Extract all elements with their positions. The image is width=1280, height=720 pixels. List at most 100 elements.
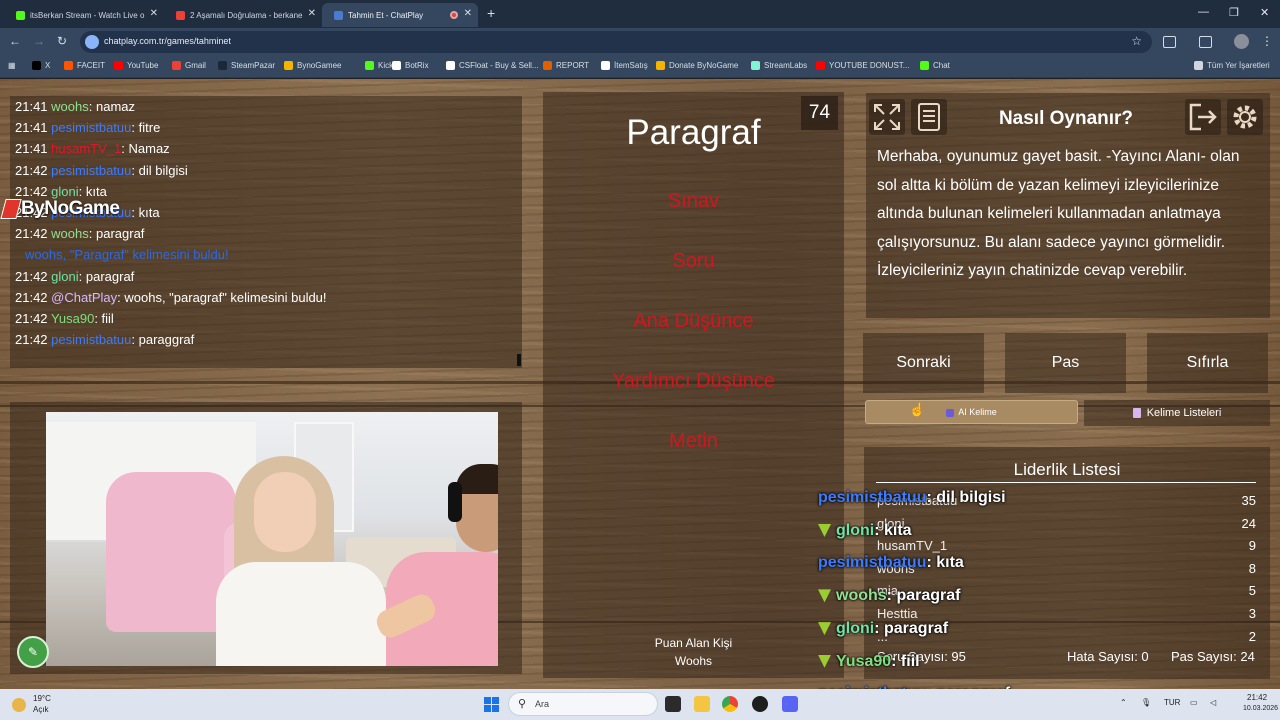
fullscreen-icon[interactable] bbox=[869, 99, 905, 135]
discord-icon[interactable] bbox=[782, 696, 798, 712]
bookmark-item[interactable]: CSFloat - Buy & Sell... bbox=[446, 61, 539, 70]
chat-message: woohs, "Paragraf" kelimesini buldu! bbox=[25, 247, 229, 262]
robot-icon bbox=[946, 408, 955, 417]
new-tab-button[interactable]: + bbox=[487, 5, 495, 21]
exit-icon[interactable] bbox=[1185, 99, 1221, 135]
tab-kick-stream[interactable]: itsBerkan Stream - Watch Live o ✕ bbox=[4, 3, 164, 27]
chat-text: woohs, "paragraf" kelimesini buldu! bbox=[124, 289, 327, 305]
chrome-icon[interactable] bbox=[722, 696, 738, 712]
bookmark-favicon bbox=[114, 61, 123, 70]
bookmark-item[interactable]: YOUTUBE DONUST... bbox=[816, 61, 909, 70]
bookmark-item[interactable]: REPORT bbox=[543, 61, 589, 70]
edit-icon[interactable]: ✎ bbox=[17, 636, 49, 668]
overlay-chat-text: : paragraf bbox=[886, 587, 961, 605]
taskbar-search[interactable]: ⚲ Ara bbox=[508, 692, 658, 716]
extensions-icon[interactable] bbox=[1163, 36, 1176, 48]
bookmark-item[interactable]: X bbox=[32, 61, 50, 70]
tab-title: 2 Aşamalı Doğrulama - berkane bbox=[190, 10, 303, 20]
close-icon[interactable]: ✕ bbox=[464, 8, 472, 19]
tab-chatplay[interactable]: Tahmin Et - ChatPlay ✕ bbox=[322, 3, 478, 27]
bookmark-item[interactable]: FACEIT bbox=[64, 61, 105, 70]
tab-gmail[interactable]: 2 Aşamalı Doğrulama - berkane ✕ bbox=[164, 3, 322, 27]
chat-time: 21:42 bbox=[15, 183, 48, 199]
bookmark-star-icon[interactable]: ☆ bbox=[1131, 34, 1142, 48]
chat-separator: : bbox=[78, 268, 86, 284]
bookmark-item[interactable]: YouTube bbox=[114, 61, 158, 70]
overlay-chat-message: gloni: kıta bbox=[818, 522, 912, 540]
bookmark-item[interactable]: Chat bbox=[920, 61, 950, 70]
chat-time: 21:42 bbox=[15, 289, 48, 305]
bookmark-item[interactable]: BotRix bbox=[392, 61, 429, 70]
chat-scrollbar[interactable] bbox=[517, 354, 521, 366]
chatplay-icon bbox=[334, 10, 343, 20]
overlay-chat-message: pesimistbatuu: kıta bbox=[818, 554, 964, 572]
help-text: Merhaba, oyunumuz gayet basit. -Yayıncı … bbox=[877, 148, 1240, 280]
weather-temp: 19°C bbox=[33, 694, 51, 703]
address-bar[interactable]: chatplay.com.tr/games/tahminet ☆ bbox=[80, 31, 1152, 53]
restore-icon[interactable]: ❐ bbox=[1229, 6, 1239, 19]
file-explorer-icon[interactable] bbox=[694, 696, 710, 712]
volume-icon[interactable]: ◁ bbox=[1210, 698, 1216, 707]
chat-text: kıta bbox=[138, 205, 160, 220]
site-info-icon[interactable] bbox=[85, 35, 99, 49]
bookmark-label: FACEIT bbox=[77, 61, 106, 70]
microphone-icon[interactable]: 🎙 bbox=[1141, 698, 1151, 707]
bookmark-favicon bbox=[218, 61, 227, 70]
network-icon[interactable]: ▭ bbox=[1190, 698, 1198, 707]
bookmark-item[interactable]: BynoGamee bbox=[284, 61, 341, 70]
gear-icon[interactable] bbox=[1227, 99, 1263, 135]
menu-icon[interactable]: ⋮ bbox=[1261, 34, 1273, 48]
clock-time[interactable]: 21:42 bbox=[1247, 693, 1267, 702]
task-view-icon[interactable] bbox=[665, 696, 681, 712]
chat-username: pesimistbatuu bbox=[51, 162, 132, 178]
folder-icon bbox=[1194, 61, 1203, 70]
ai-word-button[interactable]: AI Kelime bbox=[865, 400, 1078, 424]
overlay-chat-text: : fiil bbox=[891, 652, 920, 670]
bookmark-favicon bbox=[920, 61, 929, 70]
language-indicator[interactable]: TUR bbox=[1164, 698, 1180, 707]
reset-button[interactable]: Sıfırla bbox=[1147, 333, 1268, 393]
back-icon[interactable]: ← bbox=[9, 34, 21, 48]
bookmark-label: BynoGamee bbox=[297, 61, 342, 70]
leaderboard-score: 8 bbox=[1248, 560, 1256, 576]
apps-icon[interactable]: ▦ bbox=[8, 61, 16, 70]
forward-icon[interactable]: → bbox=[33, 34, 45, 48]
chat-text: dil bilgisi bbox=[138, 162, 188, 178]
clock-date[interactable]: 10.03.2026 bbox=[1243, 705, 1278, 712]
pass-button[interactable]: Pas bbox=[1005, 333, 1126, 393]
close-icon[interactable]: ✕ bbox=[150, 8, 158, 19]
close-window-icon[interactable]: ✕ bbox=[1260, 6, 1269, 19]
help-title: Nasıl Oynanır? bbox=[998, 108, 1134, 129]
bookmark-item[interactable]: SteamPazar bbox=[218, 61, 275, 70]
bookmark-item[interactable]: Kick bbox=[365, 61, 393, 70]
bookmark-item[interactable]: StreamLabs bbox=[751, 61, 807, 70]
bynogame-logo: ByNoGame bbox=[0, 198, 120, 220]
bookmark-label: YouTube bbox=[127, 61, 159, 70]
bookmark-item[interactable]: Donate ByNoGame bbox=[656, 61, 738, 70]
chat-separator: : bbox=[94, 311, 102, 326]
chat-time: 21:41 bbox=[15, 99, 48, 114]
all-bookmarks-button[interactable]: Tüm Yer İşaretleri bbox=[1194, 61, 1270, 70]
minimize-icon[interactable]: — bbox=[1198, 6, 1209, 18]
chat-message: 21:41 woohs: namaz bbox=[15, 99, 135, 114]
forbidden-word: Metin bbox=[669, 430, 718, 452]
chat-message: 21:41 pesimistbatuu: fitre bbox=[15, 120, 160, 135]
chat-time: 21:42 bbox=[15, 162, 48, 178]
obs-icon[interactable] bbox=[752, 696, 768, 712]
close-icon[interactable]: ✕ bbox=[308, 8, 316, 19]
profile-avatar[interactable] bbox=[1234, 34, 1249, 49]
reload-icon[interactable]: ↻ bbox=[57, 34, 67, 48]
bookmark-favicon bbox=[656, 61, 665, 70]
word-lists-button[interactable]: Kelime Listeleri bbox=[1084, 400, 1270, 426]
windows-start-icon[interactable] bbox=[484, 697, 499, 712]
bookmark-favicon bbox=[751, 61, 760, 70]
badge-icon bbox=[818, 654, 831, 668]
weather-moon-icon[interactable] bbox=[12, 698, 26, 712]
bookmark-item[interactable]: Gmail bbox=[172, 61, 206, 70]
next-button[interactable]: Sonraki bbox=[863, 333, 984, 393]
tray-chevron-icon[interactable]: ⌃ bbox=[1120, 698, 1127, 707]
bookmark-item[interactable]: İtemSatış bbox=[601, 61, 648, 70]
chat-username: woohs, "Paragraf" kelimesini buldu! bbox=[25, 247, 229, 263]
tab-search-icon[interactable] bbox=[1199, 36, 1212, 48]
logo-text: ByNoGame bbox=[21, 198, 120, 219]
